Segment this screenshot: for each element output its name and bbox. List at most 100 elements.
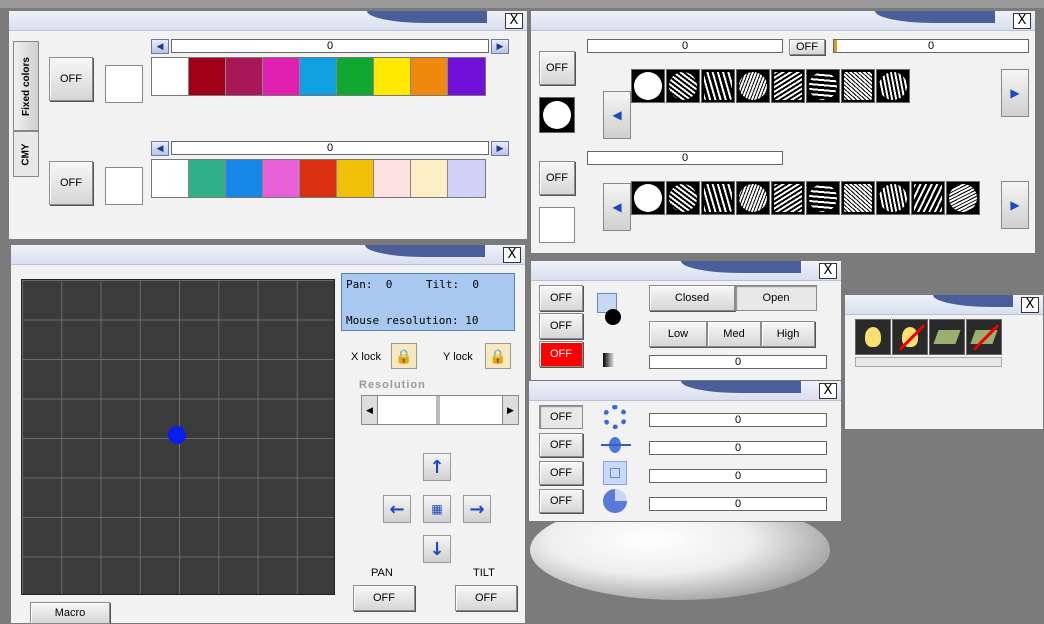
shutter-off-button-3[interactable]: OFF [539,341,583,367]
color-swatch[interactable] [300,58,337,95]
strobe-high-button[interactable]: High [761,321,815,347]
gobo1-off-button[interactable]: OFF [539,51,575,85]
color-value-bar[interactable]: 0 [171,39,489,53]
gobo-pattern-icon[interactable] [666,69,700,103]
gobo-pattern-icon[interactable] [666,181,700,215]
xlock-icon[interactable]: 🔒 [391,343,417,369]
gobo-pattern-icon[interactable] [876,181,910,215]
tab-cmy[interactable]: CMY [13,131,39,177]
gobo1-scroll-right[interactable]: ▶ [1001,69,1029,117]
gobo-pattern-icon[interactable] [736,69,770,103]
cmy-value-bar[interactable]: 0 [171,141,489,155]
color-swatch[interactable] [300,160,337,197]
lamp-reset-icon[interactable] [929,319,965,355]
color-swatch[interactable] [448,58,485,95]
lamp-on-icon[interactable] [855,319,891,355]
tilt-off-button[interactable]: OFF [455,585,517,611]
color-swatch[interactable] [152,58,189,95]
pan-left-button[interactable]: ← [383,495,411,523]
pan-off-button[interactable]: OFF [353,585,415,611]
gobo1-scroll-left[interactable]: ◀ [603,91,631,139]
gobo-pattern-icon[interactable] [701,181,735,215]
strobe-low-button[interactable]: Low [649,321,707,347]
effect2-off-button[interactable]: OFF [539,433,583,457]
gobo-pattern-icon[interactable] [806,69,840,103]
strobe-med-button[interactable]: Med [707,321,761,347]
lamp-reset-off-icon[interactable] [966,319,1002,355]
color-swatch[interactable] [374,160,411,197]
gobo2-scroll-left[interactable]: ◀ [603,183,631,231]
dimmer-value-bar[interactable]: 0 [649,355,827,369]
color-swatch[interactable] [226,58,263,95]
gobo-open-icon[interactable] [631,69,665,103]
resolution-slider[interactable]: ◀ ▶ [361,395,519,425]
mouse-resolution-value: 10 [465,314,479,327]
rotation-icon [603,405,627,429]
gobo-open-icon[interactable] [631,181,665,215]
gobo-pattern-icon[interactable] [841,69,875,103]
color-swatch[interactable] [226,160,263,197]
gobo-pattern-icon[interactable] [771,69,805,103]
color-swatch[interactable] [411,160,448,197]
cmy-scroll-left[interactable]: ◀ [151,141,169,156]
effect2-value-bar[interactable]: 0 [649,441,827,455]
color-off-button[interactable]: OFF [49,57,93,101]
cmy-off-button[interactable]: OFF [49,161,93,205]
gobo-index-bar[interactable]: 0 [833,39,1029,53]
lamp-off-icon[interactable] [892,319,928,355]
effect3-off-button[interactable]: OFF [539,461,583,485]
effect1-off-button[interactable]: OFF [539,405,583,429]
gobo-rotation-off-button[interactable]: OFF [789,39,825,55]
pan-right-button[interactable]: → [463,495,491,523]
cmy-scroll-right[interactable]: ▶ [491,141,509,156]
tilt-down-button[interactable]: ↓ [423,535,451,563]
color-swatch[interactable] [337,58,374,95]
color-scroll-right[interactable]: ▶ [491,39,509,54]
close-icon[interactable]: X [503,247,521,263]
color-swatch[interactable] [374,58,411,95]
gobo-rotation-bar[interactable]: 0 [587,39,783,53]
gobo-pattern-icon[interactable] [911,181,945,215]
pantilt-grid[interactable] [21,279,335,595]
close-icon[interactable]: X [505,13,523,29]
gobo2-off-button[interactable]: OFF [539,161,575,195]
color-swatch[interactable] [337,160,374,197]
position-marker[interactable] [168,426,186,444]
shutter-icon [595,293,623,327]
gobo2-scroll-right[interactable]: ▶ [1001,181,1029,229]
color-swatch[interactable] [448,160,485,197]
shutter-closed-button[interactable]: Closed [649,285,735,311]
close-icon[interactable]: X [1013,13,1031,29]
gobo-pattern-icon[interactable] [736,181,770,215]
center-button[interactable]: ▦ [423,495,451,523]
gobo-pattern-icon[interactable] [806,181,840,215]
close-icon[interactable]: X [819,383,837,399]
color-swatch[interactable] [189,58,226,95]
color-swatch[interactable] [263,160,300,197]
tilt-up-button[interactable]: ↑ [423,453,451,481]
color-swatch[interactable] [263,58,300,95]
close-icon[interactable]: X [819,263,837,279]
color-swatch[interactable] [189,160,226,197]
gobo-pattern-icon[interactable] [876,69,910,103]
effect3-value-bar[interactable]: 0 [649,469,827,483]
color-scroll-left[interactable]: ◀ [151,39,169,54]
effect4-off-button[interactable]: OFF [539,489,583,513]
color-swatch[interactable] [152,160,189,197]
gobo-pattern-icon[interactable] [701,69,735,103]
gobo-pattern-icon[interactable] [771,181,805,215]
lamp-window-titlebar: X [845,295,1043,315]
macro-button[interactable]: Macro [30,602,110,624]
shutter-off-button-2[interactable]: OFF [539,313,583,339]
ylock-icon[interactable]: 🔒 [485,343,511,369]
effect4-value-bar[interactable]: 0 [649,497,827,511]
gobo-pattern-icon[interactable] [946,181,980,215]
close-icon[interactable]: X [1021,297,1039,313]
color-swatch[interactable] [411,58,448,95]
shutter-open-button[interactable]: Open [735,285,817,311]
gobo-pattern-icon[interactable] [841,181,875,215]
tab-fixed-colors[interactable]: Fixed colors [13,41,39,131]
gobo2-value-bar[interactable]: 0 [587,151,783,165]
shutter-off-button-1[interactable]: OFF [539,285,583,311]
effect1-value-bar[interactable]: 0 [649,413,827,427]
